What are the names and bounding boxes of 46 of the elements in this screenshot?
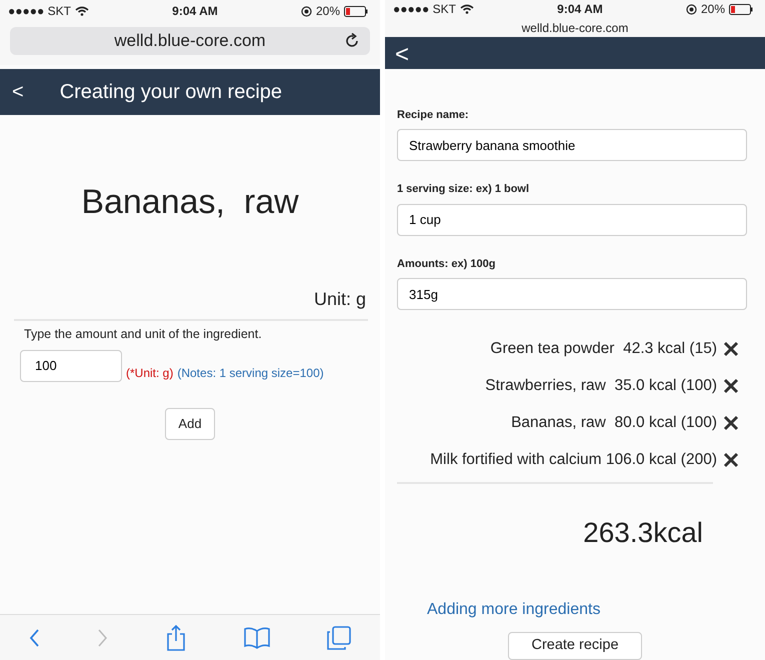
text-field[interactable]: Strawberry banana smoothie [397,129,747,162]
remove-icon[interactable] [723,452,739,468]
field-label: Recipe name: [397,108,470,123]
battery-icon [729,4,753,15]
reload-icon[interactable] [344,33,360,49]
url-text[interactable]: welld.blue-core.com [385,18,765,37]
instruction-text: Type the amount and unit of the ingredient. [23,326,263,343]
remove-icon[interactable] [723,414,739,431]
battery-percent: 20% [316,3,340,20]
carrier-label: ●●●●● SKT [393,1,456,18]
ingredient-text: Strawberries, raw 35.0 kcal (100) [485,376,717,396]
serving-note: (Notes: 1 serving size=100) [177,364,324,382]
battery-percent: 20% [700,1,725,18]
ingredient-text: Green tea powder 42.3 kcal (15) [490,339,717,360]
field-label: Amounts: ex) 100g [397,256,496,272]
address-bar[interactable]: welld.blue-core.com [10,27,370,55]
back-link[interactable]: < [12,77,24,107]
share-icon[interactable] [164,624,187,652]
tabs-icon[interactable] [326,624,352,650]
back-icon[interactable] [28,626,41,648]
page-title: Creating your own recipe [60,80,282,105]
add-ingredients-link[interactable]: Adding more ingredients [385,598,600,622]
status-time: 9:04 AM [557,1,603,18]
total-calories: 263.3kcal [582,516,704,550]
ingredient-text: Milk fortified with calcium 106.0 kcal (200) [430,450,717,470]
text-field[interactable]: 315g [397,278,747,310]
field-label: 1 serving size: ex) 1 bowl [397,182,530,198]
battery-icon [344,6,368,16]
add-button[interactable]: Add [165,408,215,440]
wifi-icon [74,6,89,16]
ingredient-text: Bananas, raw 80.0 kcal (100) [511,413,717,434]
book-icon[interactable] [242,626,271,650]
status-time: 9:04 AM [172,3,218,20]
text-field[interactable]: 1 cup [397,204,747,236]
carrier-label: ●●●●● SKT [8,3,71,20]
rotation-lock-icon [686,4,697,15]
back-link[interactable]: < [395,36,410,73]
unit-label: Unit: g [312,288,367,311]
rotation-lock-icon [300,6,312,16]
unit-note: (*Unit: g) [126,364,174,382]
create-recipe-button[interactable]: Create recipe [508,632,642,660]
food-title: Bananas, raw [80,182,300,223]
remove-icon[interactable] [723,378,739,394]
wifi-icon [460,4,474,14]
remove-icon[interactable] [723,340,739,357]
amount-field[interactable]: 100 [20,350,122,382]
